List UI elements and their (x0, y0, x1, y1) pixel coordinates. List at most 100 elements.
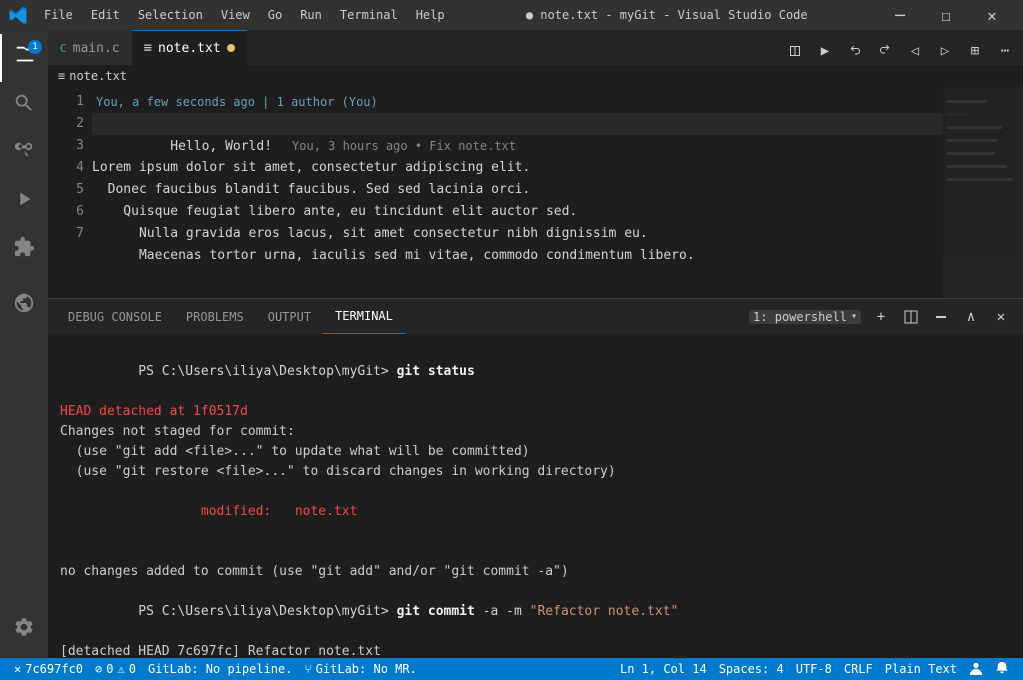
terminal-line-3: Changes not staged for commit: (60, 422, 1011, 442)
term-prompt-1: PS C:\Users\iliya\Desktop\myGit> (138, 364, 396, 379)
txt-file-icon: ≡ (144, 40, 152, 56)
status-line-ending[interactable]: CRLF (838, 658, 879, 680)
status-git-branch[interactable]: ✕ 7c697fc0 (8, 658, 89, 680)
status-language[interactable]: Plain Text (879, 658, 963, 680)
code-editor[interactable]: 1 2 3 4 5 6 7 You, a few seconds ago | 1… (48, 87, 1023, 298)
menu-run[interactable]: Run (292, 6, 330, 24)
kill-terminal-button[interactable] (927, 303, 955, 331)
activity-bar: 1 (0, 30, 48, 658)
terminal-line-10: [detached HEAD 7c697fc] Refactor note.tx… (60, 642, 1011, 658)
activity-extensions[interactable] (0, 226, 48, 274)
status-account[interactable] (963, 658, 989, 680)
status-notifications[interactable] (989, 658, 1015, 680)
activity-search[interactable] (0, 82, 48, 130)
term-cmd-2: git commit (397, 604, 475, 619)
gitlab-mr-label: GitLab: No MR. (316, 662, 417, 676)
activity-settings[interactable] (0, 606, 48, 654)
menu-view[interactable]: View (213, 6, 258, 24)
chevron-down-icon: ▾ (851, 311, 857, 322)
status-bar: ✕ 7c697fc0 ⊘ 0 ⚠ 0 GitLab: No pipeline. … (0, 658, 1023, 680)
git-annotation-1: You, 3 hours ago • Fix note.txt (292, 139, 516, 153)
activity-source-control[interactable] (0, 130, 48, 178)
line-num-1: 1 (48, 91, 84, 113)
status-cursor-position[interactable]: Ln 1, Col 14 (614, 658, 713, 680)
tab-main-c[interactable]: C main.c (48, 30, 132, 65)
status-errors[interactable]: ⊘ 0 ⚠ 0 (89, 658, 142, 680)
status-gitlab-mr[interactable]: ⑂ GitLab: No MR. (298, 658, 422, 680)
run-code-button[interactable]: ▶ (811, 37, 839, 65)
source-control-icon (13, 140, 35, 168)
undo-button[interactable] (841, 37, 869, 65)
git-commit-hash: 7c697fc0 (25, 662, 83, 676)
terminal-line-4: (use "git add <file>..." to update what … (60, 442, 1011, 462)
breadcrumb-icon: ≡ (58, 69, 65, 83)
editor-area: C main.c ≡ note.txt ▶ ◁ (48, 30, 1023, 658)
tab-terminal[interactable]: TERMINAL (323, 299, 405, 334)
menu-edit[interactable]: Edit (83, 6, 128, 24)
redo-button[interactable] (871, 37, 899, 65)
window-controls: ─ ☐ ✕ (877, 0, 1015, 30)
close-button[interactable]: ✕ (969, 0, 1015, 30)
menu-terminal[interactable]: Terminal (332, 6, 406, 24)
code-content[interactable]: You, a few seconds ago | 1 author (You) … (92, 87, 943, 298)
maximize-panel-button[interactable]: ∧ (957, 303, 985, 331)
run-icon (13, 188, 35, 216)
error-icon: ✕ (14, 662, 21, 676)
activity-run[interactable] (0, 178, 48, 226)
panel-tabs: DEBUG CONSOLE PROBLEMS OUTPUT TERMINAL 1… (48, 299, 1023, 334)
tab-label-main-c: main.c (73, 41, 120, 56)
line-numbers: 1 2 3 4 5 6 7 (48, 87, 92, 298)
bell-icon (995, 661, 1009, 678)
status-indentation[interactable]: Spaces: 4 (713, 658, 790, 680)
tab-debug-console[interactable]: DEBUG CONSOLE (56, 299, 174, 334)
language-label: Plain Text (885, 662, 957, 676)
menu-go[interactable]: Go (260, 6, 290, 24)
line-num-4: 4 (48, 157, 84, 179)
tab-bar: C main.c ≡ note.txt ▶ ◁ (48, 30, 1023, 65)
code-line-4: Donec faucibus blandit faucibus. Sed sed… (92, 179, 943, 201)
navigate-forward-button[interactable]: ▷ (931, 37, 959, 65)
split-terminal-button[interactable] (897, 303, 925, 331)
toggle-panel-button[interactable]: ⊞ (961, 37, 989, 65)
status-encoding[interactable]: UTF-8 (790, 658, 838, 680)
gitlab-pipeline-label: GitLab: No pipeline. (148, 662, 293, 676)
menu-file[interactable]: File (36, 6, 81, 24)
line-num-5: 5 (48, 179, 84, 201)
menu-help[interactable]: Help (408, 6, 453, 24)
tab-output[interactable]: OUTPUT (256, 299, 323, 334)
activity-remote[interactable] (0, 282, 48, 330)
terminal-line-6: modified: note.txt (60, 482, 1011, 542)
breadcrumb-path[interactable]: note.txt (69, 69, 127, 83)
line-num-6: 6 (48, 201, 84, 223)
title-bar: File Edit Selection View Go Run Terminal… (0, 0, 1023, 30)
c-file-icon: C (60, 42, 67, 55)
account-icon (969, 661, 983, 678)
term-cmd-1: git status (397, 364, 475, 379)
term-string-1: "Refactor note.txt" (530, 604, 679, 619)
tab-bar-actions: ▶ ◁ ▷ ⊞ ⋯ (777, 37, 1023, 65)
add-terminal-button[interactable]: + (867, 303, 895, 331)
panel-actions: 1: powershell ▾ + ∧ ✕ (749, 303, 1015, 331)
remote-icon (13, 292, 35, 320)
split-editor-button[interactable] (781, 37, 809, 65)
status-gitlab-pipeline[interactable]: GitLab: No pipeline. (142, 658, 299, 680)
terminal-panel: DEBUG CONSOLE PROBLEMS OUTPUT TERMINAL 1… (48, 298, 1023, 658)
maximize-button[interactable]: ☐ (923, 0, 969, 30)
minimize-button[interactable]: ─ (877, 0, 923, 30)
indentation-label: Spaces: 4 (719, 662, 784, 676)
line-ending-label: CRLF (844, 662, 873, 676)
more-actions-button[interactable]: ⋯ (991, 37, 1019, 65)
line-num-3: 3 (48, 135, 84, 157)
terminal-selector[interactable]: 1: powershell ▾ (749, 310, 861, 324)
tab-problems[interactable]: PROBLEMS (174, 299, 256, 334)
menu-selection[interactable]: Selection (130, 6, 211, 24)
encoding-label: UTF-8 (796, 662, 832, 676)
activity-explorer[interactable]: 1 (0, 34, 48, 82)
navigate-back-button[interactable]: ◁ (901, 37, 929, 65)
tab-note-txt[interactable]: ≡ note.txt (132, 30, 247, 65)
term-modified-label: modified: (201, 504, 295, 519)
close-panel-button[interactable]: ✕ (987, 303, 1015, 331)
window-title: ● note.txt - myGit - Visual Studio Code (457, 8, 878, 22)
merge-request-icon: ⑂ (304, 662, 311, 676)
terminal-content[interactable]: PS C:\Users\iliya\Desktop\myGit> git sta… (48, 334, 1023, 658)
